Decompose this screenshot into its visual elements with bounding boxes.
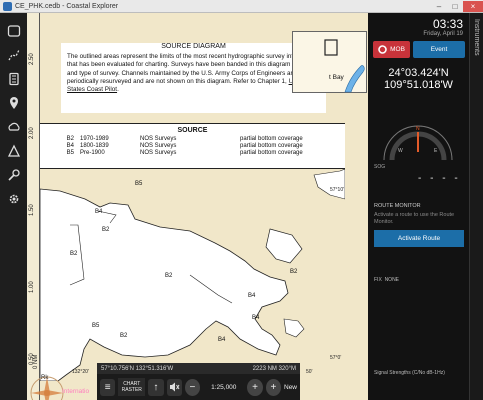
table-row: B2 1970-1989 NOS Surveys partial bottom cov…: [66, 136, 303, 142]
minimize-button[interactable]: –: [431, 1, 447, 12]
source-diagram-text: The outlined areas represent the limits …: [67, 53, 318, 94]
lat-label: 57°10': [330, 187, 344, 193]
map-label: B4: [218, 337, 226, 343]
inset-label: t Bay: [329, 74, 344, 81]
bottom-ruler-label: 0 NM: [33, 354, 39, 369]
route-icon[interactable]: [4, 45, 24, 64]
app-window: CE_PHK.cedb - Coastal Explorer – □ × 2.5…: [0, 0, 483, 400]
longitude: 109°51.018'W: [384, 79, 453, 91]
triangle-icon[interactable]: [4, 141, 24, 160]
pin-icon[interactable]: [4, 93, 24, 112]
source-table: SOURCE B2 1970-1989 NOS Surveys partial bot…: [40, 123, 345, 169]
map-label: B5: [92, 323, 100, 329]
map-label: B2: [102, 227, 110, 233]
map-label: B4: [95, 209, 103, 215]
lon-label: 132°20': [72, 369, 89, 375]
ruler-label: 1.00: [29, 281, 35, 293]
activate-route-button[interactable]: Activate Route: [374, 230, 464, 247]
chart-icon[interactable]: [4, 69, 24, 88]
inset-chart: t Bay: [292, 31, 367, 93]
zoom-in-button[interactable]: +: [247, 378, 263, 396]
instruments-tab-label: Instruments: [473, 19, 480, 56]
table-row: B5 Pre-1900 NOS Surveys partial bottom cove…: [66, 150, 303, 156]
compass-mark: N: [416, 126, 420, 132]
sog-label: SOG: [374, 164, 386, 170]
map-label: B5: [135, 181, 143, 187]
source-diagram-title: SOURCE DIAGRAM: [161, 43, 226, 50]
lon-label: 50': [306, 369, 313, 375]
route-monitor-title: ROUTE MONITOR: [374, 203, 421, 209]
menu-button[interactable]: ≡: [100, 378, 116, 396]
window-title: CE_PHK.cedb - Coastal Explorer: [15, 2, 119, 10]
title-bar: CE_PHK.cedb - Coastal Explorer – □ ×: [0, 0, 483, 13]
mute-button[interactable]: [166, 378, 182, 396]
cursor-status-bar: 57°10.756'N 132°51.316'W 2223 NM 320°M: [97, 363, 300, 374]
lifebuoy-icon: [378, 45, 387, 54]
latitude: 24°03.424'N: [388, 67, 449, 79]
app-icon: [3, 1, 12, 11]
map-label: B2: [70, 251, 78, 257]
map-label: B2: [165, 273, 173, 279]
left-ruler: 2.50 2.00 1.50 1.00 0.50: [27, 13, 40, 400]
map-label: B4: [248, 293, 256, 299]
maximize-button[interactable]: □: [447, 1, 463, 12]
mob-event-row: MOB Event: [368, 37, 469, 58]
gear-icon[interactable]: [4, 189, 24, 208]
route-monitor-desc: Activate a route to use the Route Monito…: [374, 212, 455, 225]
instruments-panel: 03:33 Friday, April 19 MOB Event 24°03.4…: [368, 13, 469, 400]
route-monitor: ROUTE MONITOR Activate a route to use th…: [374, 203, 464, 247]
event-button[interactable]: Event: [413, 41, 465, 58]
lat-label-low: 57°0': [330, 355, 341, 361]
mute-icon: [170, 382, 180, 392]
chart-canvas[interactable]: 2.50 2.00 1.50 1.00 0.50 SOURCE DIAGRAM …: [27, 13, 368, 400]
coastline-map: B5 B2 B2 B2 B4 B2 B4 B5 B4 B2 B4 57°10' …: [40, 169, 345, 381]
scale-readout: 1:25,000: [211, 383, 237, 391]
close-button[interactable]: ×: [463, 0, 483, 12]
mob-button[interactable]: MOB: [373, 41, 410, 58]
new-label[interactable]: New: [284, 384, 297, 391]
source-title: SOURCE: [177, 127, 208, 134]
zoom-out-button[interactable]: −: [184, 378, 201, 396]
clock: 03:33 Friday, April 19: [368, 13, 469, 37]
source-diagram-panel: SOURCE DIAGRAM The outlined areas repres…: [61, 43, 326, 113]
signal-strength-label: Signal Strengths (C/No dB-1Hz): [374, 370, 445, 376]
instruments-tab[interactable]: Instruments: [469, 13, 483, 400]
ruler-label: 2.00: [29, 127, 35, 139]
tools-icon[interactable]: [4, 165, 24, 184]
fix-status: FIX NONE: [374, 277, 400, 283]
clock-time: 03:33: [432, 17, 463, 31]
cursor-coordinate: 57°10.756'N 132°51.316'W: [101, 365, 174, 372]
internav-text: Internatio: [62, 388, 90, 395]
chart-raster-button[interactable]: CHART RASTER: [118, 378, 146, 396]
rk-label: Rk: [41, 375, 49, 381]
weather-icon[interactable]: [4, 117, 24, 136]
map-label: B4: [252, 315, 260, 321]
map-label: B2: [290, 269, 298, 275]
north-up-button[interactable]: ↑: [148, 378, 164, 396]
ruler-label: 2.50: [29, 53, 35, 65]
window-icon[interactable]: [4, 21, 24, 40]
compass-mark: E: [434, 148, 438, 154]
new-button[interactable]: +: [265, 378, 281, 396]
heading-compass: W N E: [383, 125, 453, 161]
map-label: B2: [120, 333, 128, 339]
sog-value: - - - -: [418, 173, 461, 184]
chart-controls: ≡ CHART RASTER ↑ − 1:25,000 + + New: [97, 374, 300, 400]
position-readout: 24°03.424'N 109°51.018'W: [368, 67, 469, 91]
range-bearing: 2223 NM 320°M: [252, 365, 296, 372]
table-row: B4 1800-1839 NOS Surveys partial bottom cov…: [66, 143, 303, 149]
compass-mark: W: [398, 148, 403, 154]
ruler-label: 1.50: [29, 204, 35, 216]
left-toolbar: [0, 13, 27, 400]
